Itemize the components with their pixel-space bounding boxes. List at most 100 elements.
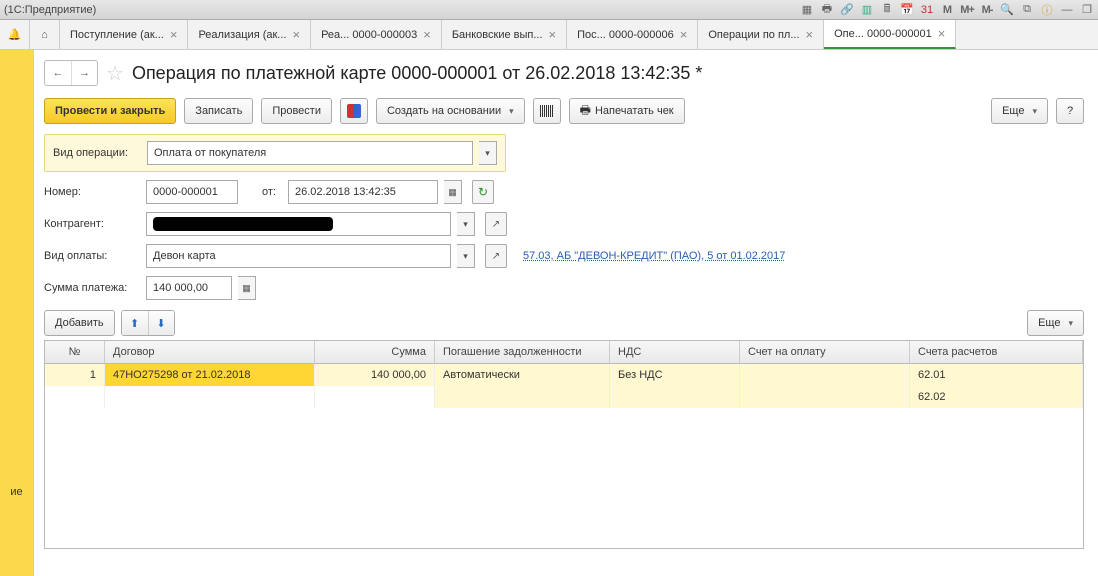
pay-type-field[interactable]: Девон карта <box>146 244 451 268</box>
post-button[interactable]: Провести <box>261 98 332 124</box>
sys-icon[interactable]: ▦ <box>800 3 814 17</box>
op-type-field[interactable]: Оплата от покупателя <box>147 141 473 165</box>
btn-label: Напечатать чек <box>595 105 674 117</box>
tab-4[interactable]: Пос... 0000-000006 × <box>567 20 698 49</box>
col-nds[interactable]: НДС <box>610 341 740 363</box>
amount-field[interactable]: 140 000,00 <box>146 276 232 300</box>
dropdown-button[interactable]: ▾ <box>457 244 475 268</box>
dropdown-button[interactable]: ▾ <box>479 141 497 165</box>
minimize-icon[interactable]: — <box>1060 3 1074 17</box>
pay-type-label: Вид оплаты: <box>44 250 140 262</box>
system-tray: ▦ 🖶 🔗 ▥ 🖩 📅 31 M M+ M- 🔍 ⧉ ⓘ — ❐ <box>800 3 1094 17</box>
dropdown-button[interactable]: ▾ <box>457 212 475 236</box>
tab-label: Пос... 0000-000006 <box>577 29 674 41</box>
home-icon[interactable]: ⌂ <box>30 20 60 49</box>
btn-label: Еще <box>1038 317 1060 329</box>
printer-icon <box>580 101 591 122</box>
favorite-star-icon[interactable]: ☆ <box>106 61 124 86</box>
add-row-button[interactable]: Добавить <box>44 310 115 336</box>
post-and-close-button[interactable]: Провести и закрыть <box>44 98 176 124</box>
restore-icon[interactable]: ❐ <box>1080 3 1094 17</box>
date-field[interactable]: 26.02.2018 13:42:35 <box>288 180 438 204</box>
cell-n: 1 <box>45 364 105 386</box>
cell-pog <box>435 386 610 408</box>
from-label: от: <box>262 186 276 198</box>
refresh-button[interactable]: ↻ <box>472 180 494 204</box>
table-more-button[interactable]: Еще <box>1027 310 1084 336</box>
cell-acc2: 62.02 <box>910 386 1083 408</box>
account-link[interactable]: 57.03, АБ "ДЕВОН-КРЕДИТ" (ПАО), 5 от 01.… <box>523 250 785 262</box>
close-icon[interactable]: × <box>680 27 688 42</box>
move-down-button[interactable]: ⬇ <box>148 311 174 335</box>
m-icon[interactable]: M <box>940 3 954 17</box>
window-icon[interactable]: ⧉ <box>1020 3 1034 17</box>
table-row[interactable]: 62.02 <box>45 386 1083 408</box>
table-empty-area <box>45 408 1083 548</box>
close-icon[interactable]: × <box>292 27 300 42</box>
col-number[interactable]: № <box>45 341 105 363</box>
grid-icon[interactable]: ▥ <box>860 3 874 17</box>
cell-sum: 140 000,00 <box>315 364 435 386</box>
close-icon[interactable]: × <box>938 26 946 41</box>
close-icon[interactable]: × <box>806 27 814 42</box>
cell-acc: 62.01 <box>910 364 1083 386</box>
cell-n <box>45 386 105 408</box>
btn-label: Создать на основании <box>387 105 501 117</box>
back-button[interactable]: ← <box>45 61 71 85</box>
calendar-button[interactable]: ▦ <box>444 180 462 204</box>
date-icon[interactable]: 31 <box>920 3 934 17</box>
tab-3[interactable]: Банковские вып... × <box>442 20 567 49</box>
close-icon[interactable]: × <box>423 27 431 42</box>
close-icon[interactable]: × <box>170 27 178 42</box>
close-icon[interactable]: × <box>549 27 557 42</box>
table-header: № Договор Сумма Погашение задолженности … <box>45 341 1083 364</box>
create-based-button[interactable]: Создать на основании <box>376 98 525 124</box>
print-check-button[interactable]: Напечатать чек <box>569 98 685 124</box>
m-minus-icon[interactable]: M- <box>980 3 994 17</box>
page-title: Операция по платежной карте 0000-000001 … <box>132 63 703 84</box>
cell-contract <box>105 386 315 408</box>
col-pog[interactable]: Погашение задолженности <box>435 341 610 363</box>
tab-label: Поступление (ак... <box>70 29 164 41</box>
tab-label: Банковские вып... <box>452 29 543 41</box>
calendar-icon[interactable]: 📅 <box>900 3 914 17</box>
number-field[interactable]: 0000-000001 <box>146 180 238 204</box>
calc-icon[interactable]: 🖩 <box>880 3 894 17</box>
zoom-icon[interactable]: 🔍 <box>1000 3 1014 17</box>
move-up-button[interactable]: ⬆ <box>122 311 148 335</box>
cell-pog: Автоматически <box>435 364 610 386</box>
open-ref-button[interactable]: ↗ <box>485 244 507 268</box>
counterparty-field[interactable] <box>146 212 451 236</box>
tab-5[interactable]: Операции по пл...× <box>698 20 824 49</box>
open-ref-button[interactable]: ↗ <box>485 212 507 236</box>
tab-1[interactable]: Реализация (ак...× <box>188 20 311 49</box>
forward-button[interactable]: → <box>71 61 97 85</box>
col-sum[interactable]: Сумма <box>315 341 435 363</box>
calc-button[interactable]: ▦ <box>238 276 256 300</box>
tab-label: Опе... 0000-000001 <box>834 28 932 40</box>
m-plus-icon[interactable]: M+ <box>960 3 974 17</box>
tab-0[interactable]: Поступление (ак... × <box>60 20 188 49</box>
info-icon[interactable]: ⓘ <box>1040 3 1054 17</box>
save-button[interactable]: Записать <box>184 98 253 124</box>
tab-label: Реа... 0000-000003 <box>321 29 417 41</box>
col-sch[interactable]: Счет на оплату <box>740 341 910 363</box>
dt-kt-button[interactable] <box>340 98 368 124</box>
table-row[interactable]: 1 47НО275298 от 21.02.2018 140 000,00 Ав… <box>45 364 1083 386</box>
more-button[interactable]: Еще <box>991 98 1048 124</box>
tab-2[interactable]: Реа... 0000-000003 × <box>311 20 442 49</box>
print-icon[interactable]: 🖶 <box>820 3 834 17</box>
bell-icon[interactable]: 🔔 <box>0 20 30 49</box>
barcode-button[interactable] <box>533 98 561 124</box>
cell-sum <box>315 386 435 408</box>
col-contract[interactable]: Договор <box>105 341 315 363</box>
help-button[interactable]: ? <box>1056 98 1084 124</box>
tab-6[interactable]: Опе... 0000-000001 × <box>824 20 956 49</box>
chevron-down-icon <box>505 105 514 117</box>
number-label: Номер: <box>44 186 140 198</box>
link-icon[interactable]: 🔗 <box>840 3 854 17</box>
chevron-down-icon <box>1064 317 1073 329</box>
cell-sch <box>740 386 910 408</box>
col-acc[interactable]: Счета расчетов <box>910 341 1083 363</box>
cell-contract: 47НО275298 от 21.02.2018 <box>105 364 315 386</box>
